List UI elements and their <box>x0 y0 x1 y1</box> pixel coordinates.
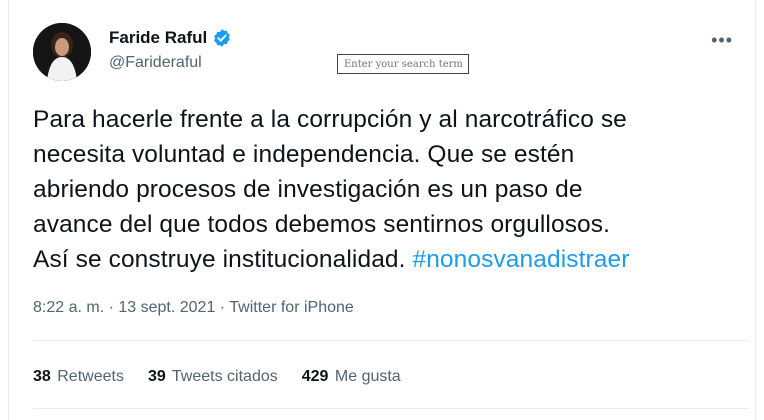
author-handle[interactable]: @Farideraful <box>109 54 202 72</box>
hashtag-link[interactable]: #nonosvanadistraer <box>412 246 629 273</box>
tweet-card: Faride Raful @Farideraful ••• Para hacer… <box>8 0 756 420</box>
tweet-line: Para hacerle frente a la corrupción y al… <box>33 106 627 133</box>
tweet-source-link[interactable]: Twitter for iPhone <box>229 299 354 316</box>
tweet-line: abriendo procesos de investigación es un… <box>33 176 583 203</box>
tweet-stats: 38 Retweets 39 Tweets citados 429 Me gus… <box>33 368 401 386</box>
retweets-label: Retweets <box>57 368 124 385</box>
more-options-icon[interactable]: ••• <box>711 30 733 51</box>
likes-label: Me gusta <box>334 368 401 385</box>
verified-badge-icon <box>214 29 231 47</box>
likes-stat[interactable]: 429 Me gusta <box>302 368 401 386</box>
divider <box>33 340 749 341</box>
tweet-last-line: Así se construye institucionalidad. #non… <box>33 242 753 277</box>
retweets-stat[interactable]: 38 Retweets <box>33 368 124 386</box>
avatar[interactable] <box>33 23 91 81</box>
tweet-date[interactable]: 13 sept. 2021 <box>118 299 215 316</box>
author-name[interactable]: Faride Raful <box>109 28 207 48</box>
tweet-line: avance del que todos debemos sentirnos o… <box>33 211 611 238</box>
tweet-text: Para hacerle frente a la corrupción y al… <box>33 102 753 277</box>
quotes-count: 39 <box>147 368 166 385</box>
tweet-line: necesita voluntad e independencia. Que s… <box>33 141 575 168</box>
quotes-label: Tweets citados <box>171 368 278 385</box>
retweets-count: 38 <box>33 368 51 385</box>
tweet-meta: 8:22 a. m. · 13 sept. 2021 · Twitter for… <box>33 299 354 317</box>
avatar-photo-icon <box>33 23 91 81</box>
quote-tweets-stat[interactable]: 39 Tweets citados <box>148 368 278 386</box>
meta-separator: · <box>104 299 119 316</box>
divider <box>33 408 749 409</box>
tweet-line: Así se construye institucionalidad. <box>33 246 413 273</box>
tweet-time[interactable]: 8:22 a. m. <box>33 299 104 316</box>
likes-count: 429 <box>301 368 329 385</box>
author-name-row[interactable]: Faride Raful <box>109 28 232 48</box>
search-input[interactable] <box>337 54 469 74</box>
meta-separator: · <box>215 299 230 316</box>
